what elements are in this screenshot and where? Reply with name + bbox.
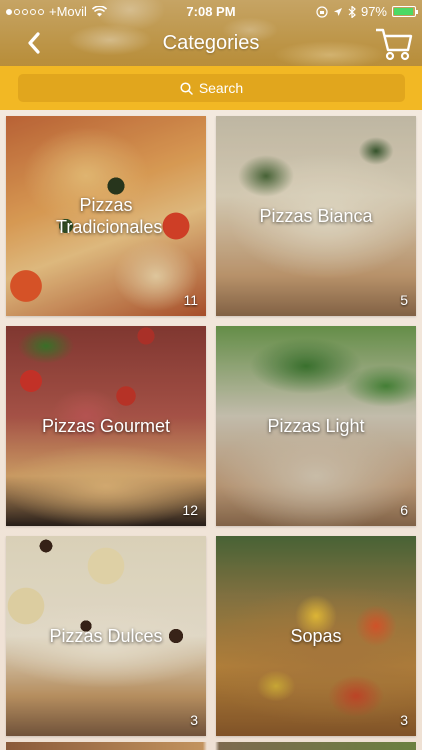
battery-fill [394, 8, 414, 15]
category-count: 11 [183, 292, 198, 308]
category-label: Pizzas Gourmet [41, 416, 171, 436]
bluetooth-icon [348, 5, 356, 18]
battery-percent: 97% [360, 4, 387, 19]
header: +Movil 7:08 PM 97% Categories Search [0, 0, 422, 110]
category-count: 3 [400, 712, 408, 728]
page-title: Categories [162, 32, 260, 54]
location-icon [333, 7, 342, 16]
cart-icon [376, 28, 413, 61]
category-grid: Pizzas Tradicionales 11 Pizzas Bianca 5 … [0, 110, 422, 750]
category-count: 5 [400, 292, 408, 308]
category-tile-pizzas-tradicionales[interactable]: Pizzas Tradicionales 11 [6, 116, 206, 316]
category-tile-pizzas-light[interactable]: Pizzas Light 6 [216, 326, 416, 526]
search-input[interactable]: Search [18, 74, 405, 102]
category-count: 3 [190, 712, 198, 728]
category-count: 6 [400, 502, 408, 518]
category-label: Pizzas Bianca [259, 206, 373, 226]
category-count: 12 [182, 502, 198, 518]
lock-rotation-icon [316, 5, 328, 18]
navigation-bar: Categories [0, 22, 422, 66]
category-label: Sopas [290, 626, 342, 646]
category-label: Pizzas Dulces [49, 626, 163, 646]
search-bar: Search [0, 66, 422, 110]
search-placeholder: Search [198, 80, 244, 96]
battery-icon [392, 6, 418, 17]
status-bar: +Movil 7:08 PM 97% [0, 0, 422, 22]
category-tile-pizzas-gourmet[interactable]: Pizzas Gourmet 12 [6, 326, 206, 526]
status-bar-right: 97% [316, 4, 418, 19]
category-label: Pizzas Light [267, 416, 365, 436]
category-tile-pizzas-dulces[interactable]: Pizzas Dulces 3 [6, 536, 206, 736]
cart-button[interactable] [374, 24, 414, 62]
category-tile-pizzas-bianca[interactable]: Pizzas Bianca 5 [216, 116, 416, 316]
category-tile-sopas[interactable]: Sopas 3 [216, 536, 416, 736]
search-icon [180, 81, 193, 95]
next-row-peek [6, 742, 416, 750]
category-label: Pizzas Tradicionales [56, 195, 163, 237]
